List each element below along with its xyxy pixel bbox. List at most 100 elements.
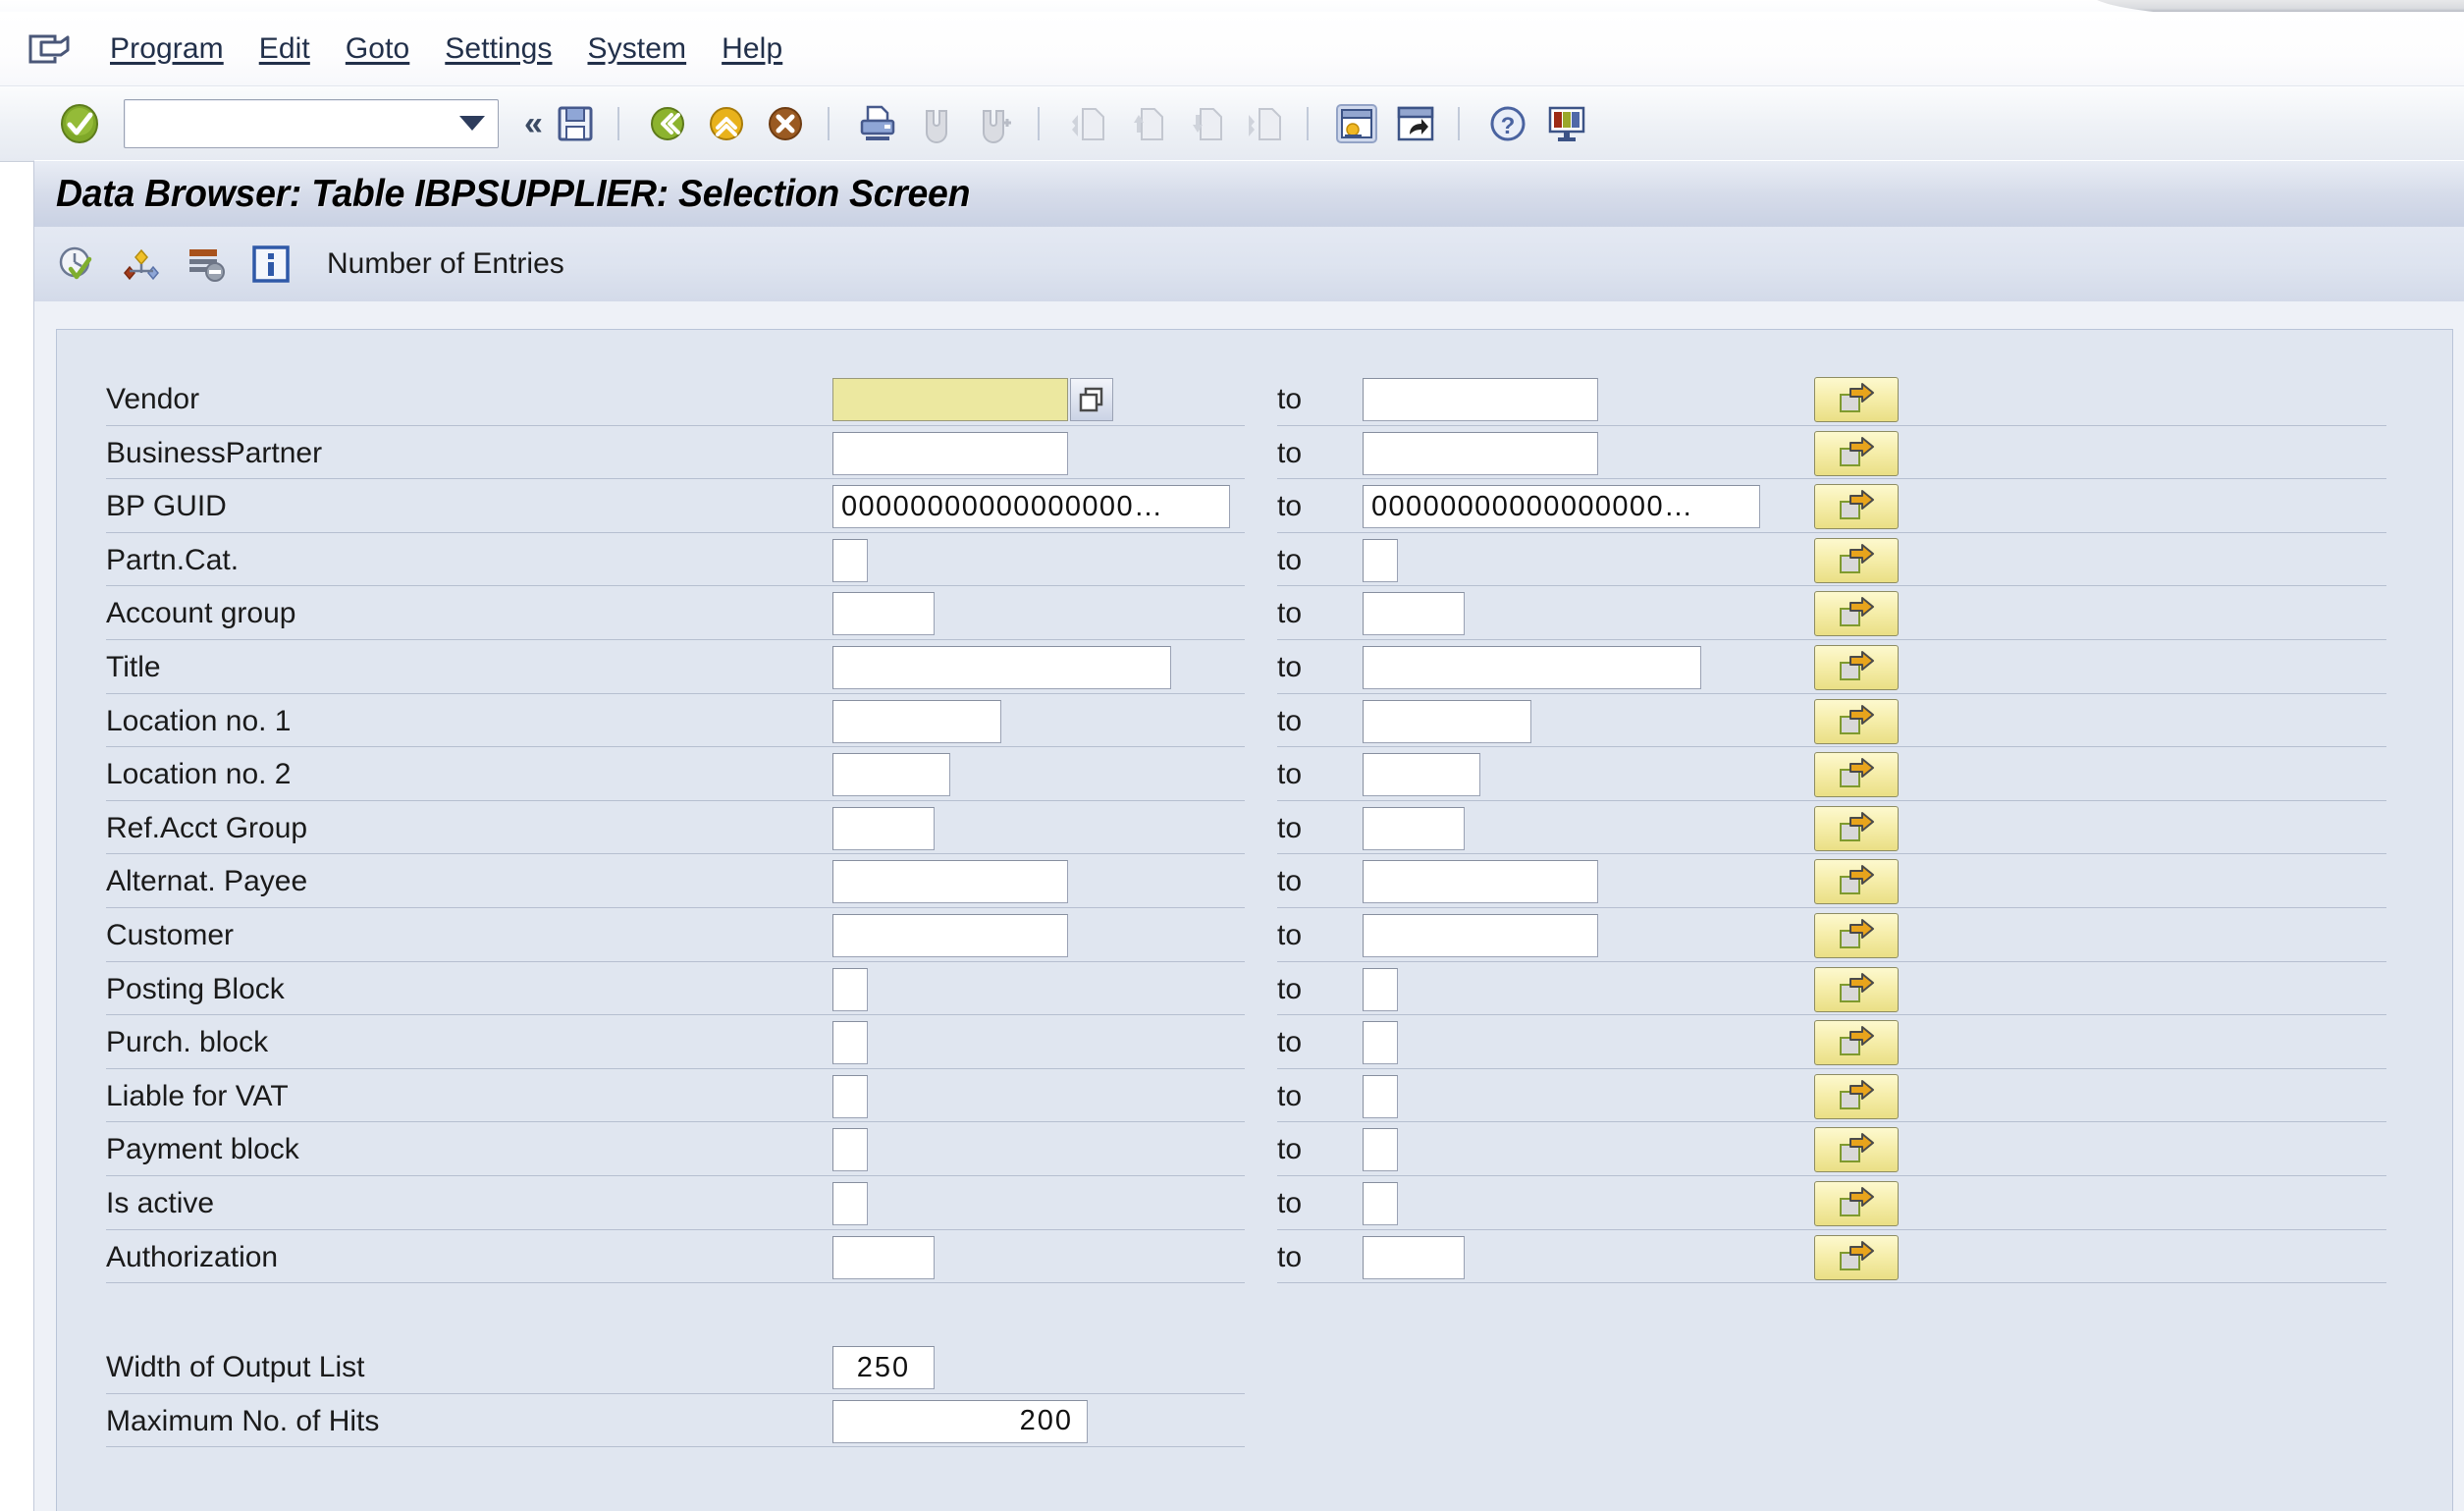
menu-item-edit-label: Edit [258,31,310,65]
cancel-icon[interactable] [763,101,808,146]
selection-from-field[interactable] [832,431,1068,475]
multiple-selection-button[interactable] [1814,912,1899,958]
option-row: Maximum No. of Hits 200 [57,1395,2452,1449]
selection-to-field[interactable] [1363,378,1598,421]
selection-from-field[interactable] [832,645,1171,689]
multiple-selection-icon[interactable] [119,242,164,287]
selection-to-field[interactable] [1363,1021,1398,1065]
selection-to-field[interactable] [1363,1181,1398,1225]
multiple-selection-button[interactable] [1814,484,1899,530]
multiple-selection-button[interactable] [1814,805,1899,851]
selection-to-field[interactable] [1363,538,1398,582]
first-page-icon[interactable] [1065,101,1110,146]
chevron-down-icon[interactable] [459,116,485,131]
option-value-field[interactable]: 200 [832,1399,1088,1443]
selection-from-field[interactable] [832,967,868,1011]
selection-row-label: Customer [106,918,235,951]
selection-to-field[interactable] [1363,806,1465,850]
next-page-icon[interactable] [1183,101,1228,146]
save-icon[interactable] [553,101,598,146]
to-label: to [1277,1026,1303,1059]
menu-item-program[interactable]: Program [92,28,241,70]
selection-to-field[interactable] [1363,1074,1398,1118]
menu-item-program-label: Program [110,31,224,65]
selection-from-field[interactable] [832,1021,868,1065]
multiple-selection-arrow-icon [1840,1133,1874,1163]
selection-to-field[interactable] [1363,699,1531,743]
back-icon[interactable] [645,101,690,146]
selection-row-label: Liable for VAT [106,1079,289,1112]
selection-from-field[interactable]: 00000000000000000… [832,485,1230,529]
selection-to-field[interactable] [1363,592,1465,636]
to-label: to [1277,811,1303,844]
exit-icon[interactable] [704,101,749,146]
option-row: Width of Output List 250 [57,1341,2452,1395]
last-page-icon[interactable] [1242,101,1287,146]
selection-to-field[interactable]: 00000000000000000… [1363,485,1760,529]
selection-from-field[interactable] [832,1128,868,1172]
menu-item-system[interactable]: System [570,28,705,70]
selection-to-field[interactable] [1363,431,1598,475]
command-input[interactable] [124,99,499,148]
menu-item-help[interactable]: Help [704,28,800,70]
print-icon[interactable] [855,101,900,146]
multiple-selection-button[interactable] [1814,644,1899,690]
selection-from-field[interactable] [832,1235,935,1279]
option-value-field[interactable]: 250 [832,1346,935,1390]
menu-item-edit[interactable]: Edit [241,28,328,70]
previous-page-icon[interactable] [1124,101,1169,146]
multiple-selection-button[interactable] [1814,1234,1899,1280]
selection-from-field[interactable] [832,806,935,850]
selection-from-field[interactable] [832,913,1068,957]
multiple-selection-button[interactable] [1814,859,1899,905]
multiple-selection-button[interactable] [1814,591,1899,637]
multiple-selection-button[interactable] [1814,1020,1899,1066]
sap-session-icon[interactable] [27,31,71,67]
menu-item-settings[interactable]: Settings [427,28,569,70]
selection-to-field[interactable] [1363,753,1480,797]
selection-from-field[interactable] [832,592,935,636]
multiple-selection-button[interactable] [1814,1073,1899,1119]
multiple-selection-button[interactable] [1814,1180,1899,1226]
selection-to-field[interactable] [1363,645,1701,689]
selection-from-field[interactable] [832,538,868,582]
create-session-icon[interactable] [1334,101,1379,146]
menu-item-goto[interactable]: Goto [328,28,427,70]
execute-check-icon[interactable] [54,242,99,287]
multiple-selection-button[interactable] [1814,752,1899,798]
multiple-selection-arrow-icon [1840,704,1874,734]
multiple-selection-arrow-icon [1840,865,1874,895]
multiple-selection-button[interactable] [1814,1127,1899,1173]
selection-row: Ref.Acct Group to [57,802,2452,856]
multiple-selection-button[interactable] [1814,698,1899,744]
collapse-toolbar-icon[interactable]: « [524,105,543,143]
selection-from-field[interactable] [832,699,1001,743]
selection-to-field[interactable] [1363,913,1598,957]
selection-to-field[interactable] [1363,860,1598,904]
multiple-selection-button[interactable] [1814,966,1899,1012]
selection-to-field[interactable] [1363,1128,1398,1172]
create-shortcut-icon[interactable] [1393,101,1438,146]
dynamic-selections-icon[interactable] [184,242,229,287]
selection-from-field[interactable] [832,1181,868,1225]
selection-from-field[interactable] [832,1074,868,1118]
help-icon[interactable]: ? [1485,101,1530,146]
selection-to-field[interactable] [1363,967,1398,1011]
customize-layout-icon[interactable] [1544,101,1589,146]
find-next-icon[interactable] [973,101,1018,146]
selection-to-field[interactable] [1363,1235,1465,1279]
selection-from-field[interactable] [832,378,1068,421]
selection-criteria-panel: Vendor to BusinessPartner to BP GUID 00000000… [56,329,2453,1511]
value-help-icon[interactable] [1070,378,1113,421]
row-divider [1277,1067,2386,1069]
selection-row-label: Title [106,650,161,683]
multiple-selection-button[interactable] [1814,377,1899,422]
enter-check-icon[interactable] [59,103,100,144]
multiple-selection-button[interactable] [1814,430,1899,476]
selection-from-field[interactable] [832,753,950,797]
information-icon[interactable] [248,242,294,287]
selection-from-field[interactable] [832,860,1068,904]
selection-row-label: Payment block [106,1133,299,1166]
find-icon[interactable] [914,101,959,146]
multiple-selection-button[interactable] [1814,537,1899,583]
